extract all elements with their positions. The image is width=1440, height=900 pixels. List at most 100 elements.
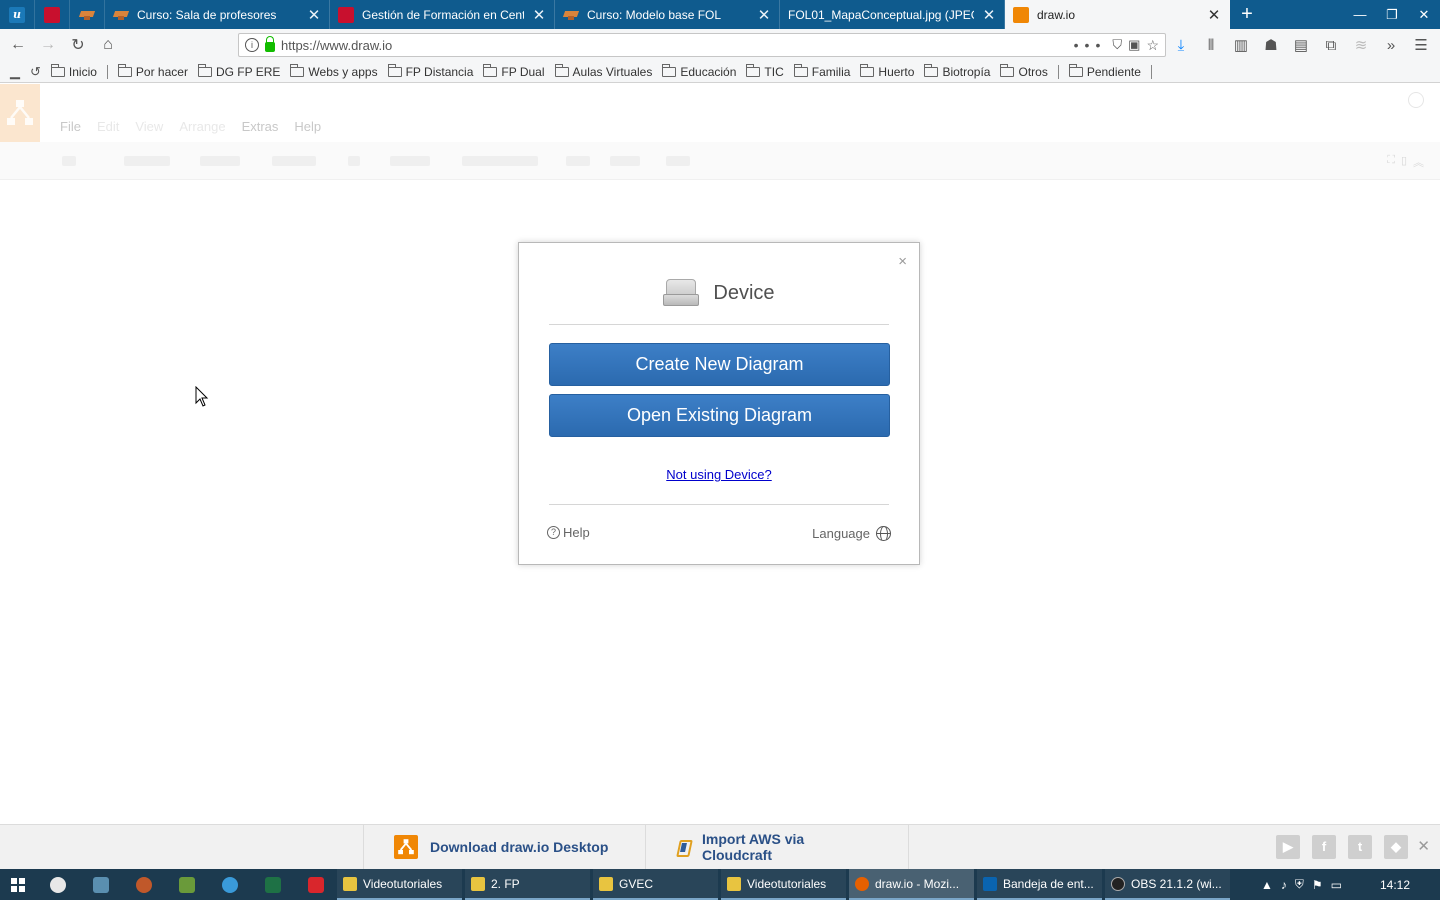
page-actions-icon[interactable]: ••• [1074,37,1107,53]
bookmark-folder[interactable]: Por hacer [117,63,188,79]
url-text[interactable]: https://www.draw.io [281,38,1068,53]
browser-tab[interactable]: Curso: Sala de profesores ✕ [105,0,330,29]
forward-icon[interactable]: → [34,31,62,59]
sidebar-icon[interactable]: ▥ [1228,36,1254,54]
youtube-icon[interactable]: ▶ [1276,835,1300,859]
download-desktop-link[interactable]: Download draw.io Desktop [363,825,646,869]
network-icon[interactable]: ▭ [1331,878,1342,892]
quicklaunch-ie[interactable] [208,869,251,900]
download-icon[interactable]: ⤓ [1168,37,1194,54]
notes-icon[interactable]: ▤ [1288,36,1314,54]
bookmark-folder[interactable]: FP Distancia [387,63,473,79]
close-footer-icon[interactable]: ✕ [1417,837,1430,855]
quicklaunch-app[interactable] [79,869,122,900]
cap-icon [113,7,129,23]
url-bar[interactable]: i https://www.draw.io ••• ⛉ ▣ ☆ [238,33,1166,57]
hat-icon[interactable]: ▁ [10,64,20,80]
extension-icon[interactable]: ☗ [1258,36,1284,54]
quicklaunch-app[interactable] [165,869,208,900]
bookmark-folder[interactable]: Otros [1000,63,1048,79]
start-button[interactable] [0,869,36,900]
reload-icon[interactable]: ↻ [64,31,92,59]
history-icon[interactable]: ↺ [30,64,41,80]
volume-icon[interactable]: ♪ [1281,878,1287,892]
not-using-device-link[interactable]: Not using Device? [519,467,919,482]
taskbar-item[interactable]: Bandeja de ent... [977,869,1102,900]
restore-icon[interactable]: ❐ [1376,0,1408,29]
back-icon[interactable]: ← [4,31,32,59]
menu-view[interactable]: View [135,119,163,134]
security-icon[interactable]: ⛨ [1295,877,1304,892]
close-tab-icon[interactable]: ✕ [982,6,996,24]
language-selector[interactable]: Language [812,526,891,541]
facebook-icon[interactable]: f [1312,835,1336,859]
import-aws-link[interactable]: Import AWS via Cloudcraft [645,825,909,869]
bookmark-folder[interactable]: Webs y apps [290,63,378,79]
bookmark-folder[interactable]: TIC [746,63,784,79]
pinned-tab-moodle[interactable]: u [0,0,35,29]
close-tab-icon[interactable]: ✕ [1207,6,1221,24]
browser-tab[interactable]: FOL01_MapaConceptual.jpg (JPEG ✕ [780,0,1005,29]
bookmark-star-icon[interactable]: ☆ [1146,37,1159,54]
bookmark-folder[interactable]: Educación [662,63,736,79]
tray-expand-icon[interactable]: ▲ [1261,878,1273,892]
reader-icon[interactable]: ▣ [1128,37,1140,53]
quicklaunch-app[interactable] [122,869,165,900]
pinned-tab-cm[interactable] [35,0,70,29]
menu-arrange[interactable]: Arrange [179,119,225,134]
menu-help[interactable]: Help [294,119,321,134]
bookmark-folder[interactable]: Familia [793,63,850,79]
fullscreen-icon[interactable]: ⛶ [1387,154,1395,170]
browser-tab[interactable]: Gestión de Formación en Cent ✕ [330,0,555,29]
flag-icon[interactable]: ⚑ [1312,878,1323,892]
taskbar-item[interactable]: GVEC [593,869,718,900]
format-panel-icon[interactable]: ▯ [1401,154,1407,170]
close-window-icon[interactable]: ✕ [1408,0,1440,29]
clock[interactable]: 14:12 [1380,878,1410,892]
taskbar-item[interactable]: OBS 21.1.2 (wi... [1105,869,1230,900]
site-info-icon[interactable]: i [245,38,259,52]
new-tab-button[interactable]: + [1230,0,1264,29]
hamburger-menu-icon[interactable]: ☰ [1408,36,1434,54]
taskbar-item[interactable]: Videotutoriales [721,869,846,900]
taskbar-item-active[interactable]: draw.io - Mozi... [849,869,974,900]
library-icon[interactable]: ⫴ [1198,37,1224,54]
rss-icon[interactable]: ≋ [1348,36,1374,54]
bookmark-folder[interactable]: FP Dual [483,63,545,79]
screenshot-icon[interactable]: ⧉ [1318,37,1344,54]
browser-tab[interactable]: Curso: Modelo base FOL ✕ [555,0,780,29]
twitter-icon[interactable]: t [1348,835,1372,859]
quicklaunch-vivaldi[interactable] [294,869,337,900]
language-globe-icon[interactable] [1408,92,1424,108]
quicklaunch-excel[interactable] [251,869,294,900]
bookmark-folder[interactable]: Inicio [50,63,97,79]
pinned-tab-cap[interactable] [70,0,105,29]
help-link[interactable]: ? Help [547,525,590,540]
close-dialog-icon[interactable]: × [898,253,907,270]
quicklaunch-steam[interactable] [36,869,79,900]
browser-tab-active[interactable]: draw.io ✕ [1005,0,1230,29]
close-tab-icon[interactable]: ✕ [757,6,771,24]
menu-edit[interactable]: Edit [97,119,119,134]
bookmark-folder[interactable]: Pendiente [1068,63,1141,79]
pocket-icon[interactable]: ⛉ [1112,37,1122,53]
overflow-icon[interactable]: » [1378,37,1404,54]
taskbar-item[interactable]: Videotutoriales [337,869,462,900]
menu-extras[interactable]: Extras [242,119,279,134]
open-existing-diagram-button[interactable]: Open Existing Diagram [549,394,890,437]
close-tab-icon[interactable]: ✕ [307,6,321,24]
folder-icon [599,876,613,891]
menu-file[interactable]: File [60,119,81,134]
github-icon[interactable]: ◆ [1384,835,1408,859]
bookmark-folder[interactable]: Biotropía [924,63,990,79]
bookmark-folder[interactable]: Aulas Virtuales [554,63,652,79]
collapse-icon[interactable]: ︽ [1413,154,1424,170]
minimize-icon[interactable]: — [1344,0,1376,29]
taskbar-item[interactable]: 2. FP [465,869,590,900]
home-icon[interactable]: ⌂ [94,31,122,59]
bookmark-folder[interactable]: DG FP ERE [197,63,280,79]
window-controls: — ❐ ✕ [1344,0,1440,29]
create-new-diagram-button[interactable]: Create New Diagram [549,343,890,386]
close-tab-icon[interactable]: ✕ [532,6,546,24]
bookmark-folder[interactable]: Huerto [860,63,914,79]
